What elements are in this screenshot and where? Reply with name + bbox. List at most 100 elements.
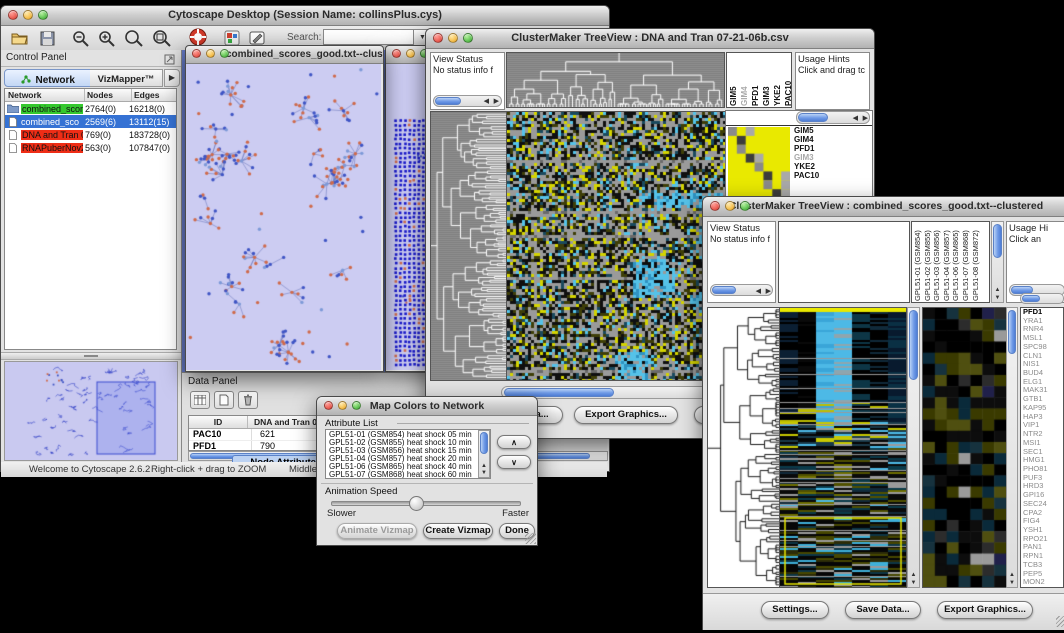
minimize-button[interactable]: [448, 33, 458, 43]
close-button[interactable]: [710, 201, 720, 211]
tv2-view-status-text: No status info f: [708, 234, 775, 244]
new-attribute-icon[interactable]: [214, 391, 234, 409]
treeview2-titlebar[interactable]: ClusterMaker TreeView : combined_scores_…: [703, 197, 1064, 217]
close-button[interactable]: [8, 10, 18, 20]
export-graphics-button[interactable]: Export Graphics...: [574, 406, 678, 424]
tv2-gene-label[interactable]: MON2: [1023, 578, 1063, 587]
tv2-global-heatmap[interactable]: [780, 307, 907, 588]
tv2-global-vscrollbar[interactable]: ▲▼: [907, 307, 920, 588]
animation-speed-slider[interactable]: [331, 501, 521, 506]
network-overview-thumbnail[interactable]: [4, 361, 178, 461]
tv1-gene-label[interactable]: GIM3: [794, 153, 819, 162]
network-list-row[interactable]: RNAPuberNov2+563(0)107847(0): [5, 141, 176, 154]
delete-attribute-icon[interactable]: [238, 391, 258, 409]
save-session-button[interactable]: [36, 28, 58, 48]
tv2-zoom-heatmap[interactable]: [922, 307, 1007, 588]
minimize-button[interactable]: [725, 201, 735, 211]
tv1-gene-label[interactable]: GIM5: [794, 126, 819, 135]
tv2-column-label: GPL51-04 (GSM857): [942, 223, 952, 301]
zoom-out-icon[interactable]: [70, 28, 92, 48]
tv1-view-status: View Status No status info f ◀ ▶: [430, 52, 505, 110]
zoom-in-icon[interactable]: [96, 28, 118, 48]
node-count: 2764(0): [85, 104, 129, 114]
create-vizmap-button[interactable]: Create Vizmap: [423, 523, 493, 539]
zoom-fit-icon[interactable]: [123, 28, 145, 48]
tv2-zoom-vscrollbar[interactable]: ▲▼: [1006, 307, 1018, 588]
network-list-row[interactable]: DNA and Tran 07769(0)183728(0): [5, 128, 176, 141]
zoom-selected-icon[interactable]: [151, 28, 173, 48]
tv1-gene-label[interactable]: GIM4: [794, 135, 819, 144]
settings-button[interactable]: Settings...: [761, 601, 829, 619]
tv1-gene-labels: GIM5GIM4PFD1GIM3YKE2PAC10: [794, 126, 819, 180]
tv1-column-label: PFD1: [751, 54, 761, 106]
attribute-list-scrollbar[interactable]: ▲▼: [478, 430, 490, 478]
help-lifesaver-icon[interactable]: [187, 27, 209, 47]
faster-label: Faster: [502, 508, 529, 519]
network1-canvas[interactable]: [186, 64, 381, 370]
network-list-header[interactable]: Network Nodes Edges: [5, 89, 176, 102]
main-titlebar[interactable]: Cytoscape Desktop (Session Name: collins…: [1, 6, 609, 26]
tv1-row-dendrogram[interactable]: [430, 111, 507, 381]
tv1-summary-hscrollbar[interactable]: ◀ ▶: [796, 111, 870, 124]
network-list-row[interactable]: combined_scores2764(0)16218(0): [5, 102, 176, 115]
tab-network[interactable]: Network: [4, 69, 92, 87]
zoom-window-button[interactable]: [463, 33, 473, 43]
save-data-button[interactable]: Save Data...: [845, 601, 921, 619]
minimize-button[interactable]: [406, 49, 415, 58]
tabs-overflow-button[interactable]: ▶: [164, 69, 180, 87]
minimize-button[interactable]: [23, 10, 33, 20]
search-input[interactable]: [323, 29, 417, 45]
tv1-column-label: YKE2: [773, 54, 783, 106]
resize-grip[interactable]: [525, 533, 536, 544]
tv1-column-dendrogram[interactable]: [506, 52, 725, 108]
tv2-column-label: GPL51-01 (GSM854): [913, 223, 923, 301]
treeview1-titlebar[interactable]: ClusterMaker TreeView : DNA and Tran 07-…: [426, 29, 874, 49]
zoom-window-button[interactable]: [352, 401, 361, 410]
attribute-list[interactable]: GPL51-01 (GSM854) heat shock 05 minGPL51…: [325, 429, 491, 479]
select-attributes-icon[interactable]: [190, 391, 210, 409]
panel-divider[interactable]: [1, 352, 181, 360]
node-count: 2569(6): [85, 117, 129, 127]
float-panel-icon[interactable]: [164, 52, 175, 70]
tv1-gene-label[interactable]: PFD1: [794, 144, 819, 153]
move-attribute-up-button[interactable]: ∧: [497, 435, 531, 449]
tv2-status-scrollbar[interactable]: ◀ ▶: [710, 284, 773, 296]
tv2-usage-hints-text: Click an: [1007, 234, 1064, 244]
network-list-row[interactable]: combined_sco2569(6)13112(15): [5, 115, 176, 128]
network1-titlebar[interactable]: combined_scores_good.txt--cluste...: [186, 46, 383, 64]
tv2-row-dendrogram[interactable]: [707, 307, 780, 588]
close-button[interactable]: [433, 33, 443, 43]
tv2-gene-hscrollbar[interactable]: [1020, 293, 1064, 304]
close-button[interactable]: [324, 401, 333, 410]
attribute-list-item[interactable]: GPL51-07 (GSM868) heat shock 60 min: [329, 471, 490, 479]
tv1-gene-label[interactable]: YKE2: [794, 162, 819, 171]
treeview1-title: ClusterMaker TreeView : DNA and Tran 07-…: [511, 32, 789, 44]
network-name: RNAPuberNov2+: [21, 143, 83, 153]
tv2-gene-list: PFD1YRA1RNR4MSL1SPC98CLN1NIS1BUD4ELG1MAK…: [1020, 307, 1064, 588]
zoom-window-button[interactable]: [38, 10, 48, 20]
close-button[interactable]: [392, 49, 401, 58]
tab-vizmapper[interactable]: VizMapper™: [90, 69, 163, 87]
zoom-window-button[interactable]: [740, 201, 750, 211]
tv2-collabel-vscrollbar[interactable]: ▲▼: [991, 221, 1004, 303]
animate-vizmap-button[interactable]: Animate Vizmap: [337, 523, 417, 539]
minimize-button[interactable]: [338, 401, 347, 410]
minimize-button[interactable]: [206, 49, 215, 58]
move-attribute-down-button[interactable]: ∨: [497, 455, 531, 469]
tv1-summary-heatmap[interactable]: [728, 127, 790, 207]
tv2-view-status: View Status No status info f ◀ ▶: [707, 221, 776, 303]
zoom-window-button[interactable]: [220, 49, 229, 58]
tab-network-label: Network: [36, 75, 75, 86]
close-button[interactable]: [192, 49, 201, 58]
document-icon: [6, 143, 20, 153]
dialog-titlebar[interactable]: Map Colors to Network: [317, 397, 537, 416]
resize-grip[interactable]: [1056, 616, 1064, 627]
folder-icon: [6, 104, 20, 113]
tv1-view-status-text: No status info f: [431, 65, 504, 75]
tv1-status-scrollbar[interactable]: ◀ ▶: [433, 95, 502, 107]
slider-thumb[interactable]: [409, 496, 424, 511]
edge-count: 183728(0): [129, 130, 176, 140]
tv1-gene-label[interactable]: PAC10: [794, 171, 819, 180]
open-file-button[interactable]: [8, 28, 30, 48]
export-graphics-button[interactable]: Export Graphics...: [937, 601, 1033, 619]
